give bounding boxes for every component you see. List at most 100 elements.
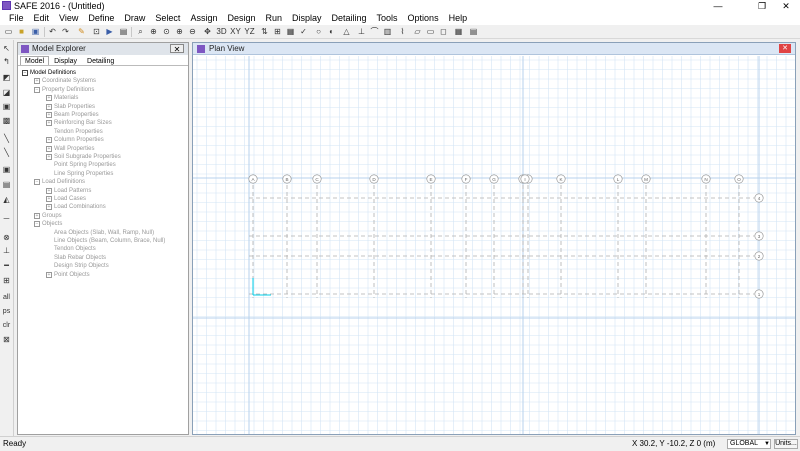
tree-node[interactable]: + Reinforcing Bar Sizes [46,119,112,127]
tab-model[interactable]: Model [20,56,50,65]
draw-area-icon[interactable]: ◪ [1,87,12,98]
tree-node[interactable]: + Slab Properties [46,103,95,111]
expand-icon[interactable]: + [46,145,52,152]
menu-detailing[interactable]: Detailing [327,12,372,25]
run-analysis-icon[interactable]: ▶ [104,26,115,37]
tree-node[interactable]: + Load Cases [46,195,86,203]
menu-file[interactable]: File [4,12,29,25]
tab-detailing[interactable]: Detailing [82,56,119,65]
snap-icon[interactable]: ⊠ [1,334,12,345]
tree-node[interactable]: − Load Definitions [34,178,85,186]
tree-node[interactable]: Slab Rebar Objects [46,254,106,262]
draw-quick-icon[interactable]: ▩ [1,115,12,126]
check-model-icon[interactable]: ✓ [298,26,309,37]
select-circle-icon[interactable]: ○ [313,26,324,37]
menu-design[interactable]: Design [222,12,260,25]
zoom-in-icon[interactable]: ⊕ [148,26,159,37]
set-display-icon[interactable]: ▦ [285,26,296,37]
tree-node[interactable]: + Column Properties [46,136,104,144]
collapse-icon[interactable]: − [22,70,28,76]
expand-icon[interactable]: + [46,120,52,127]
snap-options-icon[interactable]: ⊞ [1,275,12,286]
tree-node[interactable]: Line Objects (Beam, Column, Brace, Null) [46,237,165,245]
tree-node[interactable]: − Property Definitions [34,86,94,94]
open-folder-icon[interactable]: ■ [16,26,27,37]
display-options-icon[interactable]: ▤ [118,26,129,37]
collapse-icon[interactable]: − [34,86,40,93]
view-yz-button[interactable]: YZ [243,26,256,37]
expand-icon[interactable]: + [46,204,52,211]
reports-icon[interactable]: ▤ [468,26,479,37]
zoom-out-icon[interactable]: ⊖ [187,26,198,37]
previous-selection-button[interactable]: ps [1,306,12,317]
tree-node[interactable]: + Materials [46,94,78,102]
close-button[interactable]: ✕ [772,0,800,12]
units-button[interactable]: Units... [774,439,798,449]
collapse-icon[interactable]: − [34,221,40,228]
tree-node[interactable]: Area Objects (Slab, Wall, Ramp, Null) [46,229,154,237]
expand-icon[interactable]: + [46,137,52,144]
strip-forces-icon[interactable]: ▥ [382,26,393,37]
tree-node[interactable]: + Groups [34,212,62,220]
menu-help[interactable]: Help [444,12,473,25]
beam-forces-icon[interactable]: ▱ [412,26,423,37]
tree-node[interactable]: + Load Combinations [46,203,106,211]
draw-rectangle-icon[interactable]: ▣ [1,101,12,112]
tree-node[interactable]: Line Spring Properties [46,170,113,178]
clear-selection-button[interactable]: clr [1,320,12,331]
collapse-icon[interactable]: − [34,179,40,186]
menu-draw[interactable]: Draw [119,12,150,25]
zoom-window-icon[interactable]: ⌕ [135,26,146,37]
reactions-icon[interactable]: ▭ [425,26,436,37]
expand-icon[interactable]: + [46,187,52,194]
minimize-button[interactable]: — [704,0,732,12]
plan-view-close-button[interactable]: ✕ [779,44,791,53]
draw-dimension-icon[interactable]: ━ [1,260,12,271]
draw-tendon-icon[interactable]: ◭ [1,194,12,205]
draw-wall-icon[interactable]: ▤ [1,179,12,190]
expand-icon[interactable]: + [34,212,40,219]
lock-icon[interactable]: ⊡ [91,26,102,37]
draw-strip-icon[interactable]: ─ [1,213,12,224]
pencil-icon[interactable]: ✎ [76,26,87,37]
menu-define[interactable]: Define [83,12,119,25]
select-all-button[interactable]: all [1,292,12,303]
object-shrink-icon[interactable]: ⊞ [272,26,283,37]
expand-icon[interactable]: + [34,78,40,85]
rotate-icon[interactable]: ◐ [326,26,337,37]
menu-options[interactable]: Options [403,12,444,25]
menu-assign[interactable]: Assign [185,12,222,25]
menu-select[interactable]: Select [150,12,185,25]
new-file-icon[interactable]: ▭ [3,26,14,37]
view-3d-button[interactable]: 3D [215,26,228,37]
zoom-previous-icon[interactable]: ⊙ [161,26,172,37]
column-icon[interactable]: ⊥ [356,26,367,37]
menu-display[interactable]: Display [287,12,327,25]
tab-display[interactable]: Display [49,56,82,65]
draw-support-icon[interactable]: ⊥ [1,245,12,256]
view-xy-button[interactable]: XY [229,26,242,37]
menu-view[interactable]: View [54,12,83,25]
tree-node[interactable]: + Soil Subgrade Properties [46,153,121,161]
tree-node[interactable]: + Point Objects [46,271,90,279]
draw-column-icon[interactable]: ▣ [1,164,12,175]
menu-tools[interactable]: Tools [372,12,403,25]
expand-icon[interactable]: + [46,95,52,102]
undo-icon[interactable]: ↶ [47,26,58,37]
plan-view-canvas[interactable]: ABCDEFGHJKLMNOI4321 [193,56,795,434]
tree-node[interactable]: Tendon Objects [46,245,96,253]
tree-node[interactable]: − Objects [34,220,62,228]
expand-icon[interactable]: + [46,196,52,202]
tree-node[interactable]: + Coordinate Systems [34,77,96,85]
tree-node[interactable]: + Beam Properties [46,111,99,119]
punching-shear-icon[interactable]: ◻ [438,26,449,37]
tree-node[interactable]: − Model Definitions [22,69,76,77]
redo-icon[interactable]: ↷ [60,26,71,37]
slab-forces-icon[interactable]: ⌇ [397,26,408,37]
zoom-step-in-icon[interactable]: ⊕ [174,26,185,37]
tree-node[interactable]: Point Spring Properties [46,161,116,169]
deformed-shape-icon[interactable]: ⌒ [369,26,380,37]
pointer-icon[interactable]: ↖ [1,43,12,54]
refresh-view-icon[interactable]: ⇅ [259,26,270,37]
tree-node[interactable]: + Wall Properties [46,145,94,153]
